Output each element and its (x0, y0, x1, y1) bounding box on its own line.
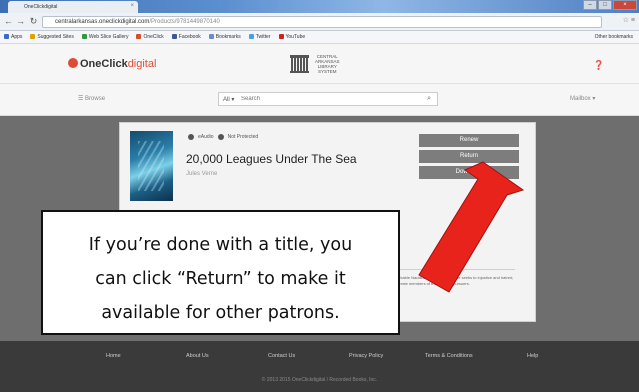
reload-icon[interactable]: ↻ (28, 16, 39, 27)
close-window-icon[interactable]: × (613, 0, 637, 10)
search-bar: ☰ Browse All ▾ ⌕ Mailbox ▾ (0, 84, 639, 116)
bookmark-icon (30, 34, 36, 39)
download-button[interactable]: Download (419, 166, 519, 179)
help-icon[interactable]: ❓ (593, 60, 604, 71)
oneclickdigital-logo[interactable]: OneClickdigital (68, 58, 156, 70)
bookmark-item[interactable]: Web Slice Gallery (81, 34, 128, 43)
tab-title: OneClickdigital (24, 4, 58, 10)
bookmark-item[interactable]: Facebook (171, 34, 201, 43)
menu-icon[interactable]: ☆ ≡ (623, 16, 635, 24)
search-input[interactable] (241, 94, 421, 104)
logo-icon (68, 58, 78, 68)
book-cover[interactable] (130, 131, 173, 201)
bookmark-item[interactable]: Twitter (248, 34, 271, 43)
site-header: OneClickdigital CENTRAL ARKANSAS LIBRARY… (0, 44, 639, 84)
bookmark-icon (208, 34, 214, 39)
account-menu[interactable]: Mailbox ▾ (570, 95, 595, 102)
bookmark-icon (278, 34, 284, 39)
return-button[interactable]: Return (419, 150, 519, 163)
callout-line: If you’re done with a title, you (88, 235, 353, 255)
callout-line: available for other patrons. (101, 303, 340, 323)
bookmark-item[interactable]: YouTube (278, 34, 305, 43)
library-building-icon (290, 55, 309, 73)
headphones-icon (188, 134, 194, 140)
bookmark-icon (248, 34, 254, 39)
browser-toolbar: ← → ↻ centralarkansas.oneclickdigital.co… (0, 13, 639, 31)
format-label: eAudio (198, 134, 214, 140)
url-path: /Products/9781449870140 (149, 19, 220, 25)
copyright: © 2013 2015 OneClickdigital / Recorded B… (261, 377, 378, 383)
format-meta: eAudio Not Protected (188, 134, 258, 140)
browser-title-bar: OneClickdigital × – □ × (0, 0, 639, 13)
minimize-icon[interactable]: – (583, 0, 597, 10)
back-icon[interactable]: ← (3, 16, 14, 27)
close-tab-icon[interactable]: × (130, 3, 134, 9)
bookmark-item[interactable]: Bookmarks (208, 34, 241, 43)
browse-menu[interactable]: ☰ Browse (78, 95, 105, 102)
forward-icon[interactable]: → (15, 16, 26, 27)
other-bookmarks[interactable]: Other bookmarks (595, 34, 633, 43)
bookmark-icon (81, 34, 87, 39)
renew-button[interactable]: Renew (419, 134, 519, 147)
book-title: 20,000 Leagues Under The Sea (186, 152, 357, 166)
tutorial-callout: If you’re done with a title, you can cli… (41, 210, 400, 335)
url-host: centralarkansas.oneclickdigital.com (55, 19, 150, 25)
footer-link-help[interactable]: Help (527, 353, 538, 359)
search-box: All ▾ ⌕ (218, 92, 438, 106)
library-name: CENTRAL ARKANSAS LIBRARY SYSTEM (315, 54, 340, 74)
site-footer: Home About Us Contact Us Privacy Policy … (0, 341, 639, 392)
lock-icon (217, 134, 224, 140)
browser-tab[interactable]: OneClickdigital × (8, 1, 138, 13)
footer-link-terms[interactable]: Terms & Conditions (425, 353, 473, 359)
protection-label: Not Protected (227, 134, 259, 140)
footer-link-about[interactable]: About Us (186, 353, 209, 359)
search-icon[interactable]: ⌕ (427, 95, 431, 103)
bookmark-item[interactable]: Suggested Sites (30, 34, 74, 43)
maximize-icon[interactable]: □ (598, 0, 612, 10)
bookmark-icon (171, 34, 177, 39)
bookmark-icon (136, 34, 142, 39)
library-logo[interactable]: CENTRAL ARKANSAS LIBRARY SYSTEM (290, 54, 340, 74)
footer-link-home[interactable]: Home (106, 353, 121, 359)
bookmark-item[interactable]: OneClick (136, 34, 164, 43)
book-description: remarkable Nautilus. Its captain, and he… (390, 269, 515, 286)
footer-link-privacy[interactable]: Privacy Policy (349, 353, 383, 359)
bookmark-icon (4, 34, 9, 39)
search-filter-dropdown[interactable]: All ▾ (223, 96, 234, 103)
book-author[interactable]: Jules Verne (186, 171, 217, 177)
bookmarks-bar: Apps Suggested Sites Web Slice Gallery O… (0, 31, 639, 44)
footer-link-contact[interactable]: Contact Us (268, 353, 295, 359)
callout-line: can click “Return” to make it (95, 269, 346, 289)
bookmark-item[interactable]: Apps (4, 34, 22, 43)
window-controls: – □ × (583, 0, 637, 10)
address-bar[interactable]: centralarkansas.oneclickdigital.com/Prod… (42, 16, 602, 28)
